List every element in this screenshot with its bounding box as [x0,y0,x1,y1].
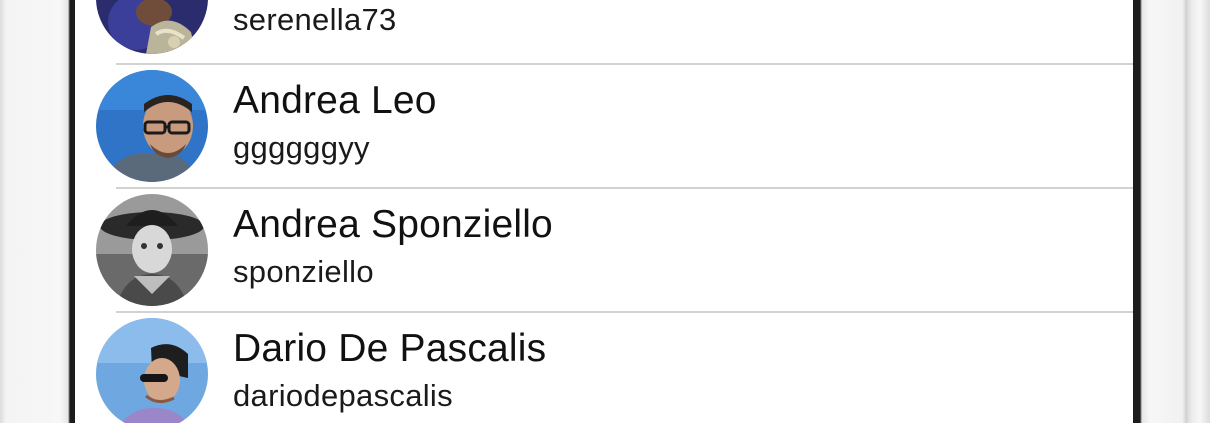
contact-row-andrea-sponziello[interactable]: Andrea Sponziello sponziello [75,187,1133,311]
contact-username: ggggggyy [233,130,370,165]
contact-name: Dario De Pascalis [233,327,547,370]
contact-row-andrea-leo[interactable]: Andrea Leo ggggggyy [75,63,1133,187]
contact-username: sponziello [233,254,374,289]
contacts-list[interactable]: serenella73 Andrea Leo ggggggyy Andrea S… [75,0,1133,423]
contact-avatar [96,0,208,54]
avatar-photo-man-glasses-blue-background [96,70,208,182]
contact-row-dario-de-pascalis[interactable]: Dario De Pascalis dariodepascalis [75,311,1133,423]
avatar-photo-man-sunglasses-beanie [96,318,208,423]
avatar-photo-child-cowboy-hat-bw [96,194,208,306]
contact-row-serenella73[interactable]: serenella73 [75,0,1133,59]
device-edge-highlight [1186,0,1187,423]
contact-name: Andrea Sponziello [233,203,553,246]
contact-username: serenella73 [233,2,397,37]
avatar-photo-serenella73 [96,0,208,54]
contact-avatar [96,194,208,306]
contact-avatar [96,318,208,423]
contact-avatar [96,70,208,182]
contact-name: Andrea Leo [233,79,437,122]
contact-username: dariodepascalis [233,378,453,413]
